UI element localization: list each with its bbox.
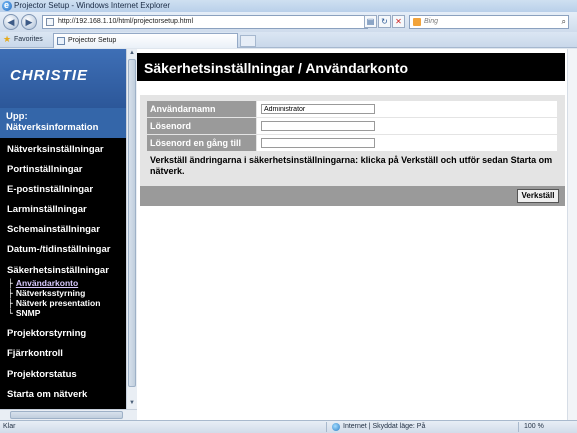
sidebar-item-projektorstyrning[interactable]: Projektorstyrning [7, 328, 86, 339]
sidebar-subitem-anvandarkonto[interactable]: ├ Användarkonto [8, 278, 78, 288]
window-title: Projector Setup - Windows Internet Explo… [14, 1, 171, 10]
sidebar-item-natverksinstallningar[interactable]: Nätverksinställningar [7, 144, 104, 155]
address-text: http://192.168.1.10/html/projectorsetup.… [58, 18, 194, 25]
sidebar-subitem-snmp[interactable]: └ SNMP [8, 308, 40, 318]
star-icon: ★ [3, 34, 12, 44]
page-header: Säkerhetsinställningar / Användarkonto [137, 53, 565, 81]
apply-bar: Verkställ [140, 186, 565, 206]
search-placeholder: Bing [424, 18, 439, 25]
apply-instructions: Verkställ ändringarna i säkerhetsinställ… [150, 155, 553, 176]
security-zone[interactable]: Internet | Skyddat läge: På [332, 421, 425, 433]
scrollbar-thumb[interactable] [10, 411, 123, 419]
sidebar-horizontal-scrollbar[interactable] [0, 409, 137, 420]
favorites-label: Favorites [14, 36, 43, 43]
password-label: Lösenord [147, 118, 256, 134]
zoom-level[interactable]: 100 % [524, 421, 544, 433]
sidebar-item-projektorstatus[interactable]: Projektorstatus [7, 369, 77, 380]
address-field[interactable]: http://192.168.1.10/html/projectorsetup.… [42, 15, 368, 29]
form-row-password: Lösenord [147, 118, 557, 134]
apply-button[interactable]: Verkställ [517, 189, 559, 203]
scroll-down-icon[interactable]: ▼ [127, 399, 137, 408]
status-bar: Klar Internet | Skyddat läge: På 100 % [0, 420, 577, 433]
logo-text: CHRISTIE [10, 67, 89, 84]
username-field[interactable] [261, 104, 375, 114]
form-row-username: Användarnamn [147, 101, 557, 117]
password-cell [257, 118, 557, 134]
status-text: Klar [3, 423, 16, 430]
main-content: Säkerhetsinställningar / Användarkonto A… [137, 49, 577, 420]
window-titlebar: Projector Setup - Windows Internet Explo… [0, 0, 577, 12]
page-title: Säkerhetsinställningar / Användarkonto [144, 60, 408, 76]
sidebar-up-link[interactable]: Upp: Nätverksinformation [0, 108, 126, 138]
sidebar-up-label: Upp: Nätverksinformation [6, 111, 99, 133]
sidebar: CHRISTIE Upp: Nätverksinformation Nätver… [0, 49, 126, 409]
search-input[interactable]: Bing ⌕ [409, 15, 569, 29]
sidebar-item-portinstallningar[interactable]: Portinställningar [7, 164, 82, 175]
sidebar-vertical-scrollbar[interactable]: ▲ ▼ [126, 49, 137, 409]
form-row-password-confirm: Lösenord en gång till [147, 135, 557, 151]
status-divider [518, 422, 519, 432]
sidebar-subitem-natverk-presentation[interactable]: ├ Nätverk presentation [8, 298, 100, 308]
password-confirm-cell [257, 135, 557, 151]
sidebar-item-datum-tidinstallningar[interactable]: Datum-/tidinställningar [7, 244, 110, 255]
security-zone-text: Internet | Skyddat läge: På [343, 423, 426, 430]
tab-label: Projector Setup [68, 37, 117, 44]
page-icon [57, 37, 65, 45]
browser-viewport: CHRISTIE Upp: Nätverksinformation Nätver… [0, 49, 577, 420]
favorites-button[interactable]: ★ Favorites [3, 34, 43, 46]
compatibility-view-icon[interactable]: ▤ [364, 15, 377, 28]
search-icon[interactable]: ⌕ [562, 16, 566, 28]
password-field[interactable] [261, 121, 375, 131]
favorites-bar: ★ Favorites Projector Setup [0, 32, 577, 48]
sidebar-item-fjarrkontroll[interactable]: Fjärrkontroll [7, 348, 63, 359]
status-divider [326, 422, 327, 432]
internet-explorer-icon [2, 0, 12, 11]
back-arrow-icon[interactable]: ◀ [3, 14, 19, 30]
bing-icon [413, 18, 421, 26]
globe-icon [332, 423, 340, 431]
scroll-up-icon[interactable]: ▲ [127, 49, 137, 58]
tab-projector-setup[interactable]: Projector Setup [53, 33, 238, 48]
refresh-icon[interactable]: ↻ [378, 15, 391, 28]
sidebar-item-schemainstallningar[interactable]: Schemainställningar [7, 224, 100, 235]
sidebar-item-larminstallningar[interactable]: Larminställningar [7, 204, 87, 215]
page-icon [46, 18, 54, 26]
forward-arrow-icon[interactable]: ▶ [21, 14, 37, 30]
main-vertical-scrollbar[interactable] [567, 49, 577, 420]
username-cell [257, 101, 557, 117]
password-confirm-label: Lösenord en gång till [147, 135, 256, 151]
password-confirm-field[interactable] [261, 138, 375, 148]
sidebar-item-e-postinstallningar[interactable]: E-postinställningar [7, 184, 93, 195]
sidebar-subitem-natverksstyrning[interactable]: ├ Nätverksstyrning [8, 288, 85, 298]
stop-icon[interactable]: ✕ [392, 15, 405, 28]
navigation-bar: ◀ ▶ http://192.168.1.10/html/projectorse… [0, 12, 577, 32]
scrollbar-thumb[interactable] [128, 59, 136, 387]
sidebar-item-starta-om-natverk[interactable]: Starta om nätverk [7, 389, 87, 400]
sidebar-item-sakerhetsinstallningar[interactable]: Säkerhetsinställningar [7, 265, 109, 276]
new-tab-button[interactable] [240, 35, 256, 47]
christie-logo: CHRISTIE [0, 49, 126, 108]
username-label: Användarnamn [147, 101, 256, 117]
